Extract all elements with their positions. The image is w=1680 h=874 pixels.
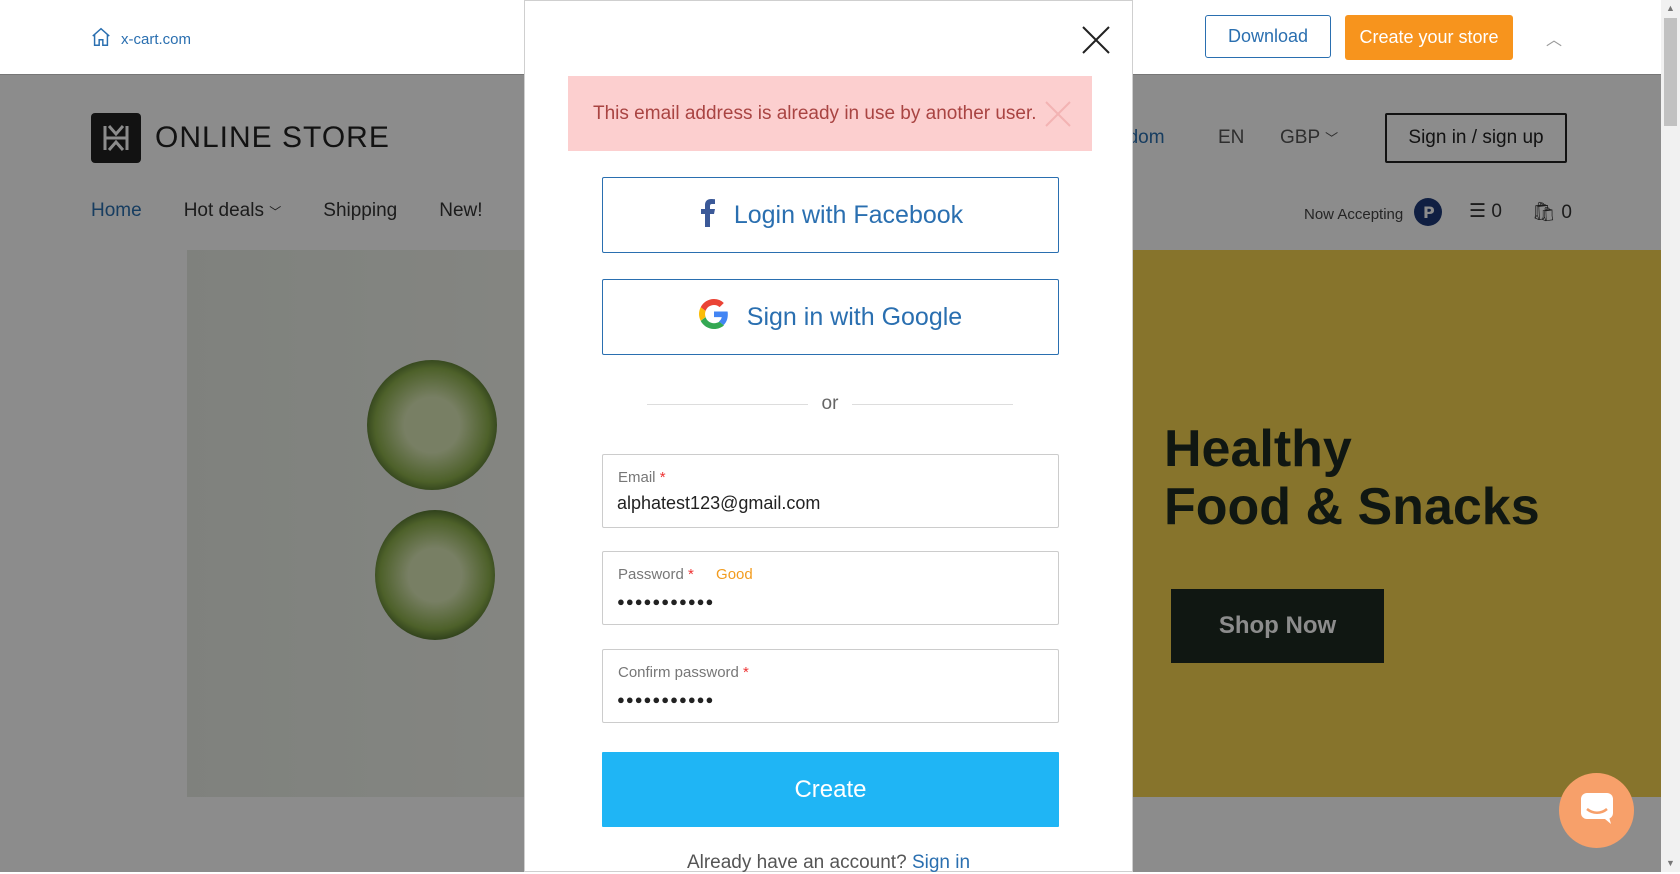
password-strength: Good <box>716 566 753 583</box>
error-alert: This email address is already in use by … <box>568 76 1092 151</box>
confirm-password-label-text: Confirm password <box>618 664 739 681</box>
confirm-password-label: Confirm password * <box>618 664 749 681</box>
required-mark: * <box>743 664 749 681</box>
confirm-password-field[interactable]: Confirm password * ●●●●●●●●●●● <box>602 649 1059 723</box>
confirm-password-value: ●●●●●●●●●●● <box>617 692 715 707</box>
divider-line <box>852 403 1013 405</box>
chat-launcher-button[interactable] <box>1559 773 1634 848</box>
error-message: This email address is already in use by … <box>593 102 1037 124</box>
signup-modal: This email address is already in use by … <box>524 0 1133 874</box>
email-field[interactable]: Email * alphatest123@gmail.com <box>602 454 1059 528</box>
google-signin-button[interactable]: Sign in with Google <box>602 279 1059 355</box>
password-label: Password * Good <box>618 566 753 583</box>
signin-link[interactable]: Sign in <box>912 852 970 873</box>
scroll-up-arrow-icon[interactable]: ▲ <box>1666 3 1675 13</box>
home-link-label: x-cart.com <box>121 30 192 48</box>
email-label-text: Email <box>618 469 656 486</box>
already-have-account: Already have an account? Sign in <box>525 852 1132 874</box>
chat-icon <box>1579 791 1615 830</box>
home-link[interactable]: x-cart.com <box>90 26 191 52</box>
email-label: Email * <box>618 469 666 486</box>
or-divider: or <box>647 393 1013 415</box>
facebook-icon <box>698 197 716 234</box>
close-icon[interactable] <box>1081 25 1111 55</box>
divider-line <box>647 403 808 405</box>
download-button[interactable]: Download <box>1205 15 1331 58</box>
password-label-text: Password <box>618 566 684 583</box>
home-icon <box>90 26 112 52</box>
scrollbar-thumb[interactable] <box>1664 18 1677 126</box>
facebook-login-button[interactable]: Login with Facebook <box>602 177 1059 253</box>
google-signin-label: Sign in with Google <box>746 302 963 331</box>
email-value: alphatest123@gmail.com <box>617 493 821 513</box>
close-icon[interactable] <box>1044 100 1072 128</box>
page-scrollbar[interactable]: ▲ ▼ <box>1661 0 1680 872</box>
create-your-store-button[interactable]: Create your store <box>1345 15 1513 60</box>
google-icon <box>698 298 729 336</box>
chevron-up-icon[interactable]: ︿ <box>1546 26 1562 50</box>
scroll-down-arrow-icon[interactable]: ▼ <box>1666 858 1675 868</box>
already-text: Already have an account? <box>686 852 907 873</box>
required-mark: * <box>688 566 694 583</box>
create-button[interactable]: Create <box>602 752 1059 827</box>
password-value: ●●●●●●●●●●● <box>617 594 715 609</box>
or-text: or <box>821 393 839 414</box>
password-field[interactable]: Password * Good ●●●●●●●●●●● <box>602 551 1059 625</box>
facebook-login-label: Login with Facebook <box>733 200 964 229</box>
required-mark: * <box>659 469 666 486</box>
